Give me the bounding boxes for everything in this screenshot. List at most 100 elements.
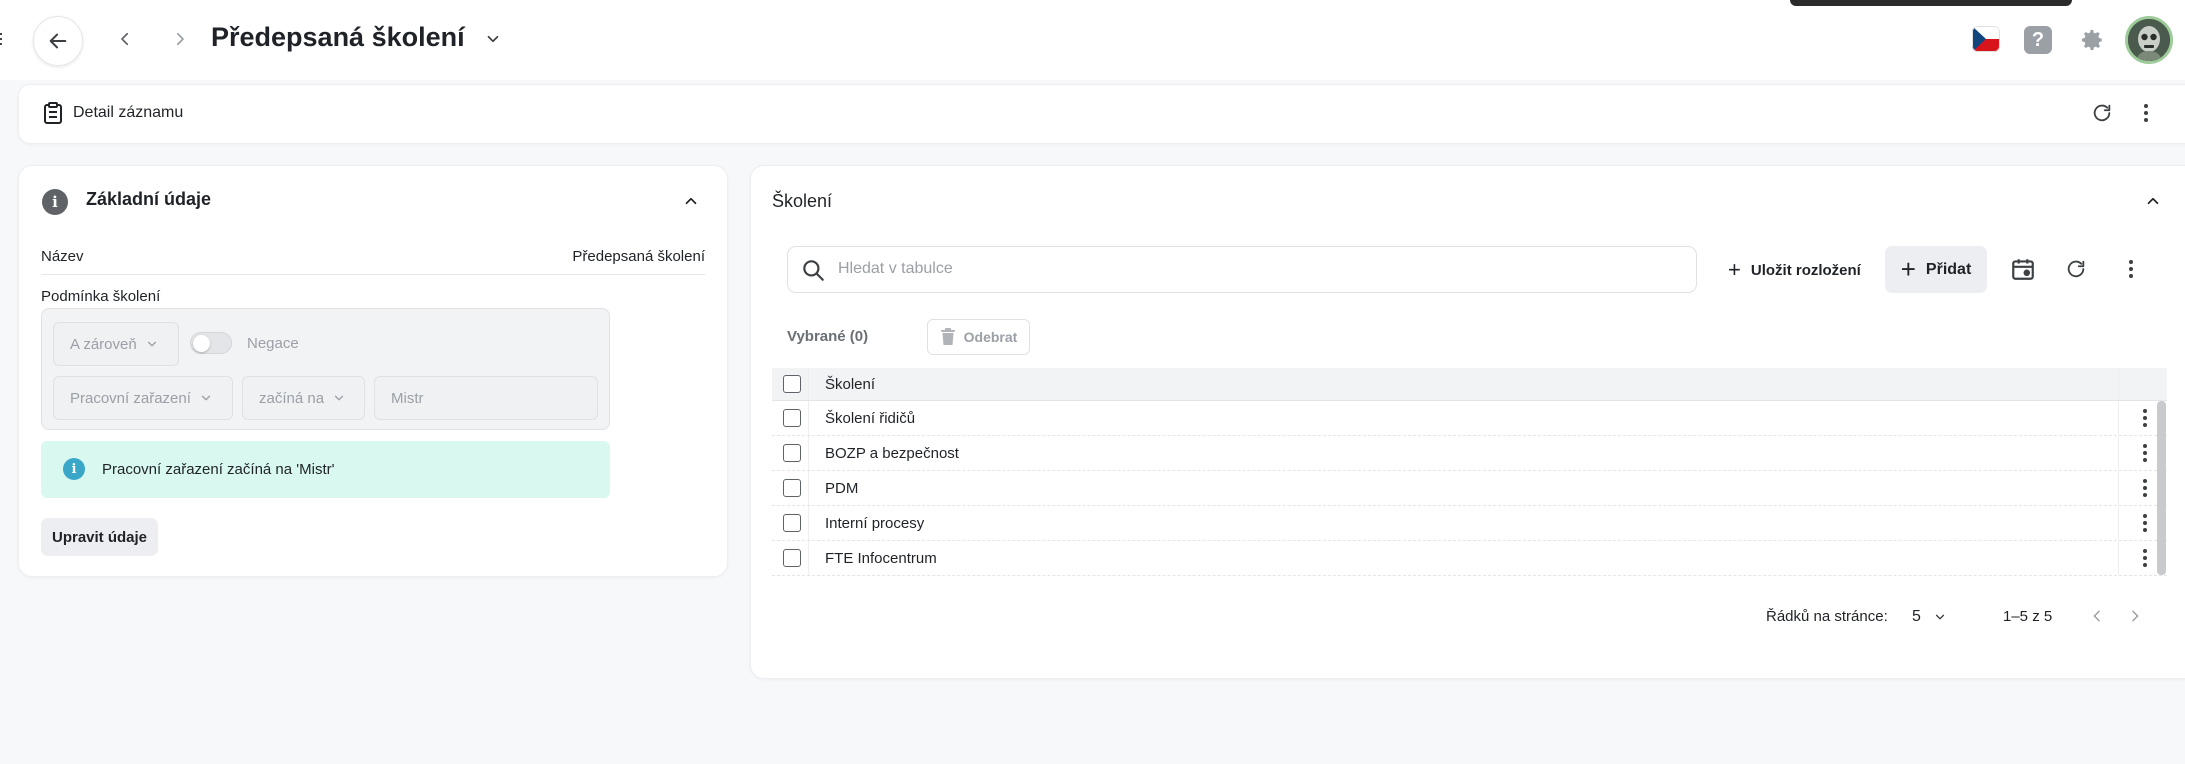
more-vertical-icon xyxy=(2129,260,2133,278)
previous-page-button[interactable] xyxy=(2086,604,2108,628)
table-header: Školení xyxy=(772,368,2167,401)
row-actions-button[interactable] xyxy=(2135,442,2155,464)
chevron-right-icon xyxy=(176,32,184,46)
row-actions-button[interactable] xyxy=(2135,477,2155,499)
avatar[interactable] xyxy=(2125,16,2173,64)
rows-per-page-select[interactable]: 5 xyxy=(1912,602,1962,632)
add-button[interactable]: + Přidat xyxy=(1885,246,1987,293)
row-checkbox[interactable] xyxy=(783,479,801,497)
toggle-knob xyxy=(193,335,210,352)
help-icon[interactable]: ? xyxy=(2024,26,2052,54)
next-page-button[interactable] xyxy=(2124,604,2146,628)
calendar-settings-icon[interactable] xyxy=(2010,256,2036,282)
condition-info-text: Pracovní zařazení začíná na 'Mistr' xyxy=(102,461,335,478)
more-vertical-icon xyxy=(2143,514,2147,532)
more-vertical-icon xyxy=(2143,479,2147,497)
more-vertical-icon xyxy=(2143,549,2147,567)
history-back-button[interactable] xyxy=(112,26,138,52)
record-detail-bar xyxy=(18,84,2185,144)
trainings-title: Školení xyxy=(772,191,833,211)
row-checkbox[interactable] xyxy=(783,409,801,427)
rows-per-page-label: Řádků na stránce: xyxy=(1766,608,1888,625)
logic-operator-select[interactable]: A zároveň xyxy=(53,322,179,366)
chevron-down-icon xyxy=(201,395,211,401)
info-icon: i xyxy=(42,189,68,215)
table-row[interactable]: PDM xyxy=(772,471,2167,506)
remove-label: Odebrat xyxy=(963,329,1018,345)
column-divider xyxy=(2118,506,2119,540)
save-layout-label: Uložit rozložení xyxy=(1750,261,1861,279)
chevron-down-icon xyxy=(487,35,499,43)
row-actions-button[interactable] xyxy=(2135,547,2155,569)
column-divider xyxy=(808,368,809,400)
table-row[interactable]: Školení řidičů xyxy=(772,401,2167,436)
column-divider xyxy=(2118,471,2119,505)
chevron-left-icon xyxy=(2093,610,2100,622)
table-row[interactable]: FTE Infocentrum xyxy=(772,541,2167,576)
clipboard-icon xyxy=(42,101,64,125)
history-forward-button[interactable] xyxy=(167,26,193,52)
trainings-table: Školení Školení řidičů BOZP a bezpečnost… xyxy=(772,368,2167,576)
table-scrollbar[interactable] xyxy=(2157,401,2166,575)
save-layout-button[interactable]: + Uložit rozložení xyxy=(1728,255,1861,285)
refresh-record-button[interactable] xyxy=(2090,101,2114,125)
settings-icon[interactable] xyxy=(2078,26,2106,54)
column-header-training[interactable]: Školení xyxy=(825,376,875,393)
row-checkbox[interactable] xyxy=(783,549,801,567)
column-divider xyxy=(808,401,809,435)
chevron-down-icon xyxy=(334,395,344,401)
remove-button[interactable]: Odebrat xyxy=(927,319,1030,355)
row-checkbox[interactable] xyxy=(783,514,801,532)
collapse-basic-info-button[interactable] xyxy=(680,190,702,212)
search-icon xyxy=(800,257,826,283)
chevron-up-icon xyxy=(2147,197,2159,205)
row-actions-button[interactable] xyxy=(2135,512,2155,534)
row-checkbox[interactable] xyxy=(783,444,801,462)
detail-bar-title: Detail záznamu xyxy=(73,104,184,121)
arrow-left-icon xyxy=(49,33,67,49)
plus-icon: + xyxy=(1728,257,1741,282)
table-row[interactable]: Interní procesy xyxy=(772,506,2167,541)
row-training-name: Školení řidičů xyxy=(825,409,916,427)
more-vertical-icon xyxy=(2143,444,2147,462)
name-field-value: Předepsaná školení xyxy=(572,248,705,265)
language-flag-icon[interactable] xyxy=(1972,26,2000,52)
condition-value: Mistr xyxy=(391,389,424,407)
edit-details-button[interactable]: Upravit údaje xyxy=(41,518,158,556)
refresh-table-button[interactable] xyxy=(2063,256,2089,282)
more-vertical-icon xyxy=(2144,104,2148,122)
row-actions-button[interactable] xyxy=(2135,407,2155,429)
row-training-name: BOZP a bezpečnost xyxy=(825,444,959,462)
chevron-right-icon xyxy=(2132,610,2139,622)
page-title: Předepsaná školení xyxy=(211,22,465,52)
pagination-range: 1–5 z 5 xyxy=(2003,608,2053,625)
title-dropdown-button[interactable] xyxy=(482,28,504,50)
table-more-button[interactable] xyxy=(2118,256,2144,282)
logic-operator-value: A zároveň xyxy=(70,335,137,353)
column-divider xyxy=(2118,368,2119,400)
column-divider xyxy=(2118,541,2119,575)
chevron-up-icon xyxy=(685,197,697,205)
column-divider xyxy=(2118,436,2119,470)
notification-strip xyxy=(1790,0,2072,6)
chevron-left-icon xyxy=(121,32,129,46)
table-search-input[interactable] xyxy=(838,254,1678,284)
name-field-label: Název xyxy=(41,248,84,265)
field-select[interactable]: Pracovní zařazení xyxy=(53,376,233,420)
chevron-down-icon xyxy=(1935,614,1945,620)
negation-label: Negace xyxy=(247,335,299,352)
select-all-checkbox[interactable] xyxy=(783,375,801,393)
collapse-trainings-button[interactable] xyxy=(2142,190,2164,212)
row-training-name: FTE Infocentrum xyxy=(825,549,937,567)
column-divider xyxy=(808,506,809,540)
field-select-value: Pracovní zařazení xyxy=(70,389,191,407)
record-more-button[interactable] xyxy=(2136,101,2156,125)
table-row[interactable]: BOZP a bezpečnost xyxy=(772,436,2167,471)
condition-value-input[interactable]: Mistr xyxy=(374,376,598,420)
column-divider xyxy=(2118,401,2119,435)
comparison-select[interactable]: začíná na xyxy=(242,376,365,420)
column-divider xyxy=(808,541,809,575)
menu-icon[interactable] xyxy=(0,33,4,45)
more-vertical-icon xyxy=(2143,409,2147,427)
back-button[interactable] xyxy=(33,16,83,66)
